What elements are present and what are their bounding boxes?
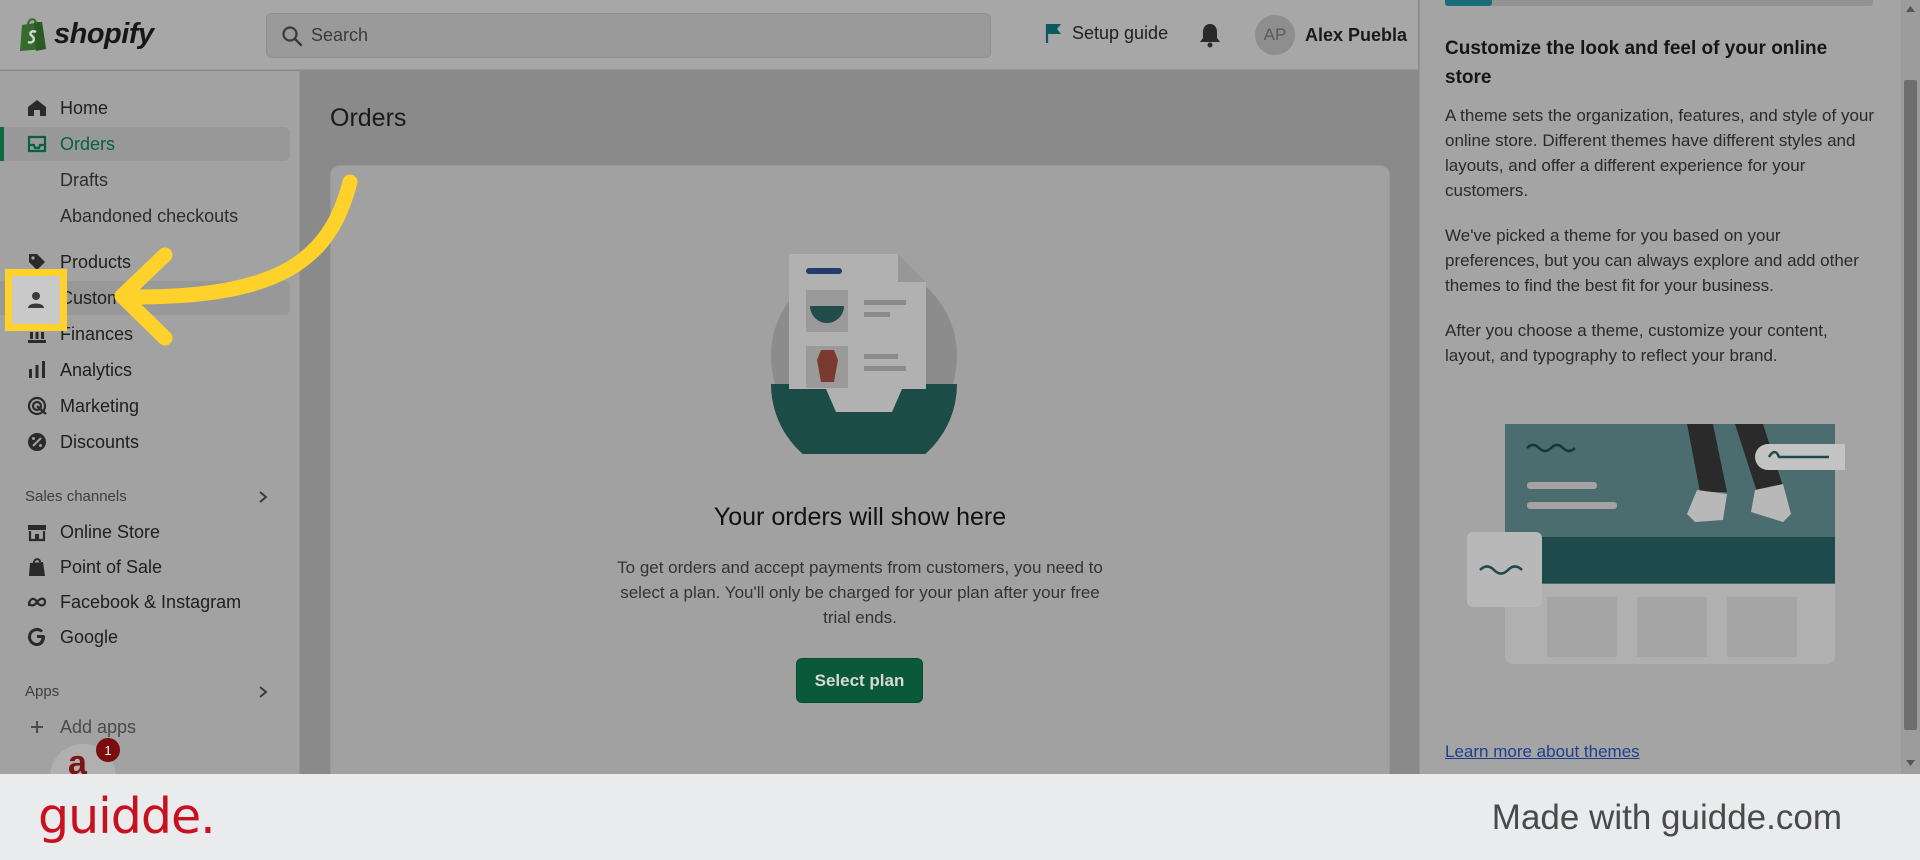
- bell-icon[interactable]: [1198, 22, 1222, 48]
- sidebar-item-orders[interactable]: Orders: [0, 127, 290, 161]
- scroll-down-icon[interactable]: [1905, 758, 1916, 768]
- sidebar-item-home[interactable]: Home: [0, 91, 290, 125]
- footer-banner: guidde. Made with guidde.com: [0, 774, 1920, 860]
- empty-state-description: To get orders and accept payments from c…: [617, 558, 1103, 627]
- setup-guide-label: Setup guide: [1072, 22, 1169, 43]
- sidebar-item-discounts[interactable]: Discounts: [0, 425, 290, 459]
- pos-bag-icon: [26, 556, 48, 578]
- google-icon: [26, 626, 48, 648]
- scroll-up-icon[interactable]: [1905, 4, 1916, 14]
- panel-paragraph-1: A theme sets the organization, features,…: [1445, 106, 1875, 200]
- search-input[interactable]: [311, 14, 971, 57]
- made-with-text: Made with guidde.com: [1491, 798, 1842, 837]
- sales-channels-header[interactable]: Sales channels: [25, 488, 127, 505]
- shopify-bag-icon: [20, 18, 46, 51]
- learn-more-themes-link[interactable]: Learn more about themes: [1445, 742, 1640, 762]
- target-icon: [26, 395, 48, 417]
- sidebar-item-label: Analytics: [60, 359, 133, 380]
- sidebar-item-add-apps[interactable]: Add apps: [0, 710, 290, 744]
- discount-icon: [26, 431, 48, 453]
- search-icon: [282, 26, 303, 47]
- orders-illustration: [771, 254, 957, 454]
- setup-guide-panel: Customize the look and feel of your onli…: [1419, 0, 1901, 774]
- chevron-right-icon[interactable]: [256, 490, 270, 504]
- user-menu[interactable]: AP Alex Puebla: [1255, 15, 1407, 55]
- page-title: Orders: [330, 104, 407, 132]
- sidebar-item-label: Add apps: [60, 716, 137, 737]
- select-plan-button[interactable]: Select plan: [796, 658, 923, 703]
- customers-highlight-box[interactable]: [5, 269, 67, 331]
- apps-header[interactable]: Apps: [25, 683, 59, 700]
- sidebar-item-label: Marketing: [60, 395, 140, 416]
- scroll-thumb[interactable]: [1904, 80, 1917, 730]
- top-bar: shopify Setup guide AP Alex Puebla: [0, 0, 1418, 70]
- plus-icon: [26, 716, 48, 738]
- sidebar-item-label: Facebook & Instagram: [60, 591, 242, 612]
- theme-illustration: [1467, 424, 1845, 664]
- sidebar-item-label: Home: [60, 97, 109, 118]
- chevron-right-icon[interactable]: [256, 685, 270, 699]
- sidebar-item-label: Online Store: [60, 521, 161, 542]
- scrollbar[interactable]: [1901, 0, 1920, 774]
- sidebar-item-label: Orders: [60, 133, 116, 154]
- sidebar-item-facebook-instagram[interactable]: Facebook & Instagram: [0, 585, 290, 619]
- sidebar-item-google[interactable]: Google: [0, 620, 290, 654]
- setup-progress-bar: [1445, 0, 1873, 6]
- sidebar-item-label: Google: [60, 626, 119, 647]
- bar-chart-icon: [26, 359, 48, 381]
- panel-paragraph-2: We've picked a theme for you based on yo…: [1445, 226, 1859, 295]
- setup-guide-button[interactable]: Setup guide: [1044, 22, 1168, 44]
- sidebar-item-marketing[interactable]: Marketing: [0, 389, 290, 423]
- empty-state-title: Your orders will show here: [713, 503, 1007, 531]
- flag-icon: [1045, 24, 1061, 43]
- meta-icon: [26, 591, 48, 613]
- setup-progress-fill: [1445, 0, 1493, 6]
- sidebar-item-point-of-sale[interactable]: Point of Sale: [0, 550, 290, 584]
- avatar: AP: [1255, 15, 1295, 55]
- panel-paragraph-3: After you choose a theme, customize your…: [1445, 321, 1828, 365]
- panel-title: Customize the look and feel of your onli…: [1445, 38, 1828, 88]
- sidebar-item-online-store[interactable]: Online Store: [0, 515, 290, 549]
- sidebar-item-label: Point of Sale: [60, 556, 163, 577]
- store-icon: [26, 521, 48, 543]
- person-icon: [28, 292, 44, 308]
- user-name: Alex Puebla: [1305, 24, 1408, 45]
- inbox-icon: [26, 133, 48, 155]
- brand-name: shopify: [54, 17, 154, 50]
- chat-badge: 1: [96, 738, 120, 762]
- sidebar-item-label: Discounts: [60, 431, 140, 452]
- annotation-arrow: [114, 174, 358, 346]
- guidde-logo[interactable]: guidde.: [38, 788, 216, 845]
- home-icon: [26, 97, 48, 119]
- search-bar[interactable]: [266, 13, 991, 58]
- shopify-logo[interactable]: shopify: [18, 16, 154, 52]
